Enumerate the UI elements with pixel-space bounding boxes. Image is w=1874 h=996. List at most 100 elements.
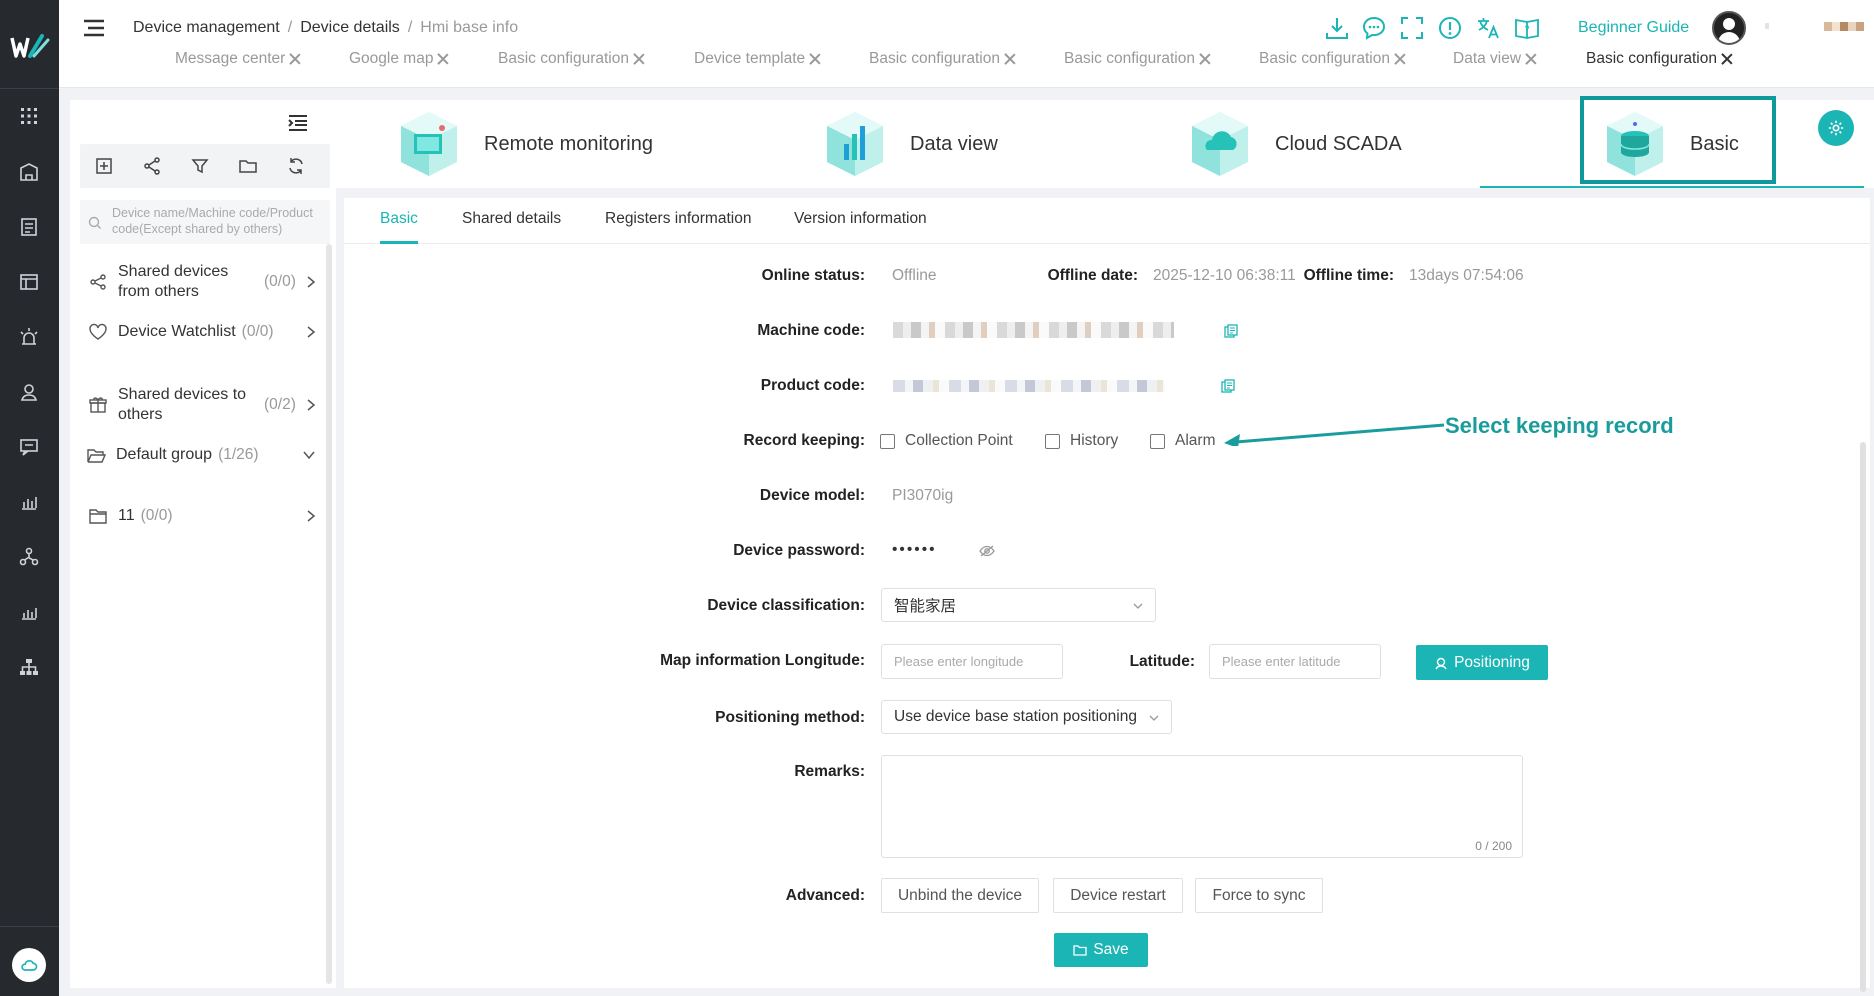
tree-toolbar [80, 144, 330, 188]
close-icon[interactable] [289, 53, 301, 65]
close-icon[interactable] [1394, 53, 1406, 65]
remarks-textarea[interactable]: 0 / 200 [881, 755, 1523, 858]
tree-item-default-group[interactable]: Default group (1/26) [86, 445, 316, 465]
subtab-basic[interactable]: Basic [380, 210, 418, 228]
tree-item-shared-from-others[interactable]: Shared devices from others (0/0) [88, 262, 318, 302]
document-list-icon[interactable] [17, 215, 41, 239]
positioning-button[interactable]: Positioning [1416, 645, 1548, 680]
filter-icon[interactable] [190, 156, 210, 176]
help-book-icon[interactable]: ? [1514, 15, 1540, 41]
refresh-icon[interactable] [286, 156, 306, 176]
device-restart-button[interactable]: Device restart [1053, 878, 1183, 913]
longitude-input[interactable]: Please enter longitude [881, 644, 1063, 679]
avatar[interactable] [1712, 11, 1746, 45]
unbind-device-button[interactable]: Unbind the device [881, 878, 1039, 913]
positioning-method-select[interactable]: Use device base station positioning [881, 700, 1172, 734]
network-icon[interactable] [17, 545, 41, 569]
eye-hidden-icon[interactable] [979, 544, 995, 558]
bar-chart-icon[interactable] [17, 490, 41, 514]
save-button[interactable]: Save [1054, 933, 1148, 967]
tab-basic-configuration-2[interactable]: Basic configuration [869, 50, 1016, 68]
active-card-underline [1480, 186, 1864, 188]
copy-icon[interactable] [1224, 324, 1238, 338]
add-icon[interactable] [94, 156, 114, 176]
breadcrumb-device-management[interactable]: Device management [133, 19, 280, 36]
offline-time-label: Offline time: [1303, 267, 1394, 284]
checkbox-history[interactable]: History [1045, 432, 1118, 450]
user-icon[interactable] [17, 380, 41, 404]
checkbox-alarm[interactable]: Alarm [1150, 432, 1215, 450]
tab-basic-configuration-1[interactable]: Basic configuration [498, 50, 645, 68]
chevron-down-icon[interactable] [302, 448, 316, 462]
subtab-shared-details[interactable]: Shared details [462, 210, 561, 228]
subtab-registers-information[interactable]: Registers information [605, 210, 751, 228]
tree-item-shared-to-others[interactable]: Shared devices to others (0/2) [88, 385, 318, 425]
alarm-light-icon[interactable] [17, 325, 41, 349]
menu-toggle-icon[interactable] [83, 18, 105, 38]
online-status-label: Online status: [761, 267, 865, 284]
message-icon[interactable] [17, 435, 41, 459]
tab-basic-configuration-active[interactable]: Basic configuration [1586, 50, 1733, 68]
tab-basic-configuration-4[interactable]: Basic configuration [1259, 50, 1406, 68]
card-cloud-scada[interactable]: Cloud SCADA [1187, 100, 1402, 188]
settings-button[interactable] [1818, 110, 1854, 146]
download-icon[interactable] [1324, 15, 1350, 41]
statistics-icon[interactable] [17, 600, 41, 624]
checkbox-box[interactable] [1045, 433, 1060, 449]
card-remote-monitoring[interactable]: Remote monitoring [396, 100, 653, 188]
cloud-cube-icon [1192, 112, 1248, 176]
collapse-menu-icon[interactable] [288, 114, 308, 132]
checkbox-box[interactable] [880, 433, 895, 449]
close-icon[interactable] [1525, 53, 1537, 65]
tree-item-group-11[interactable]: 11 (0/0) [88, 506, 318, 526]
card-basic[interactable]: Basic [1602, 100, 1739, 188]
device-classification-select[interactable]: 智能家居 [881, 588, 1156, 622]
tab-message-center[interactable]: Message center [175, 50, 301, 68]
content-scrollbar[interactable] [1860, 442, 1866, 992]
translate-icon[interactable] [1475, 15, 1501, 41]
close-icon[interactable] [437, 53, 449, 65]
chevron-right-icon[interactable] [304, 325, 318, 339]
fullscreen-icon[interactable] [1399, 15, 1425, 41]
subtab-version-information[interactable]: Version information [794, 210, 927, 228]
card-data-view[interactable]: Data view [822, 100, 998, 188]
close-icon[interactable] [633, 53, 645, 65]
chevron-right-icon[interactable] [304, 509, 318, 523]
tree-item-watchlist[interactable]: Device Watchlist (0/0) [88, 322, 318, 342]
tab-device-template[interactable]: Device template [694, 50, 821, 68]
checkbox-collection-point[interactable]: Collection Point [880, 432, 1013, 450]
app-logo[interactable] [8, 28, 52, 64]
cloud-button[interactable] [12, 948, 46, 982]
tab-data-view[interactable]: Data view [1453, 50, 1537, 68]
tree-scrollbar[interactable] [326, 244, 332, 984]
org-chart-icon[interactable] [17, 655, 41, 679]
chat-icon[interactable] [1361, 15, 1387, 41]
layout-icon[interactable] [17, 270, 41, 294]
device-search-input[interactable]: Device name/Machine code/Product code(Ex… [80, 200, 330, 244]
chevron-right-icon[interactable] [304, 275, 318, 289]
tree-item-count: (0/0) [140, 507, 173, 524]
tab-basic-configuration-3[interactable]: Basic configuration [1064, 50, 1211, 68]
tab-google-map[interactable]: Google map [349, 50, 449, 68]
close-icon[interactable] [1721, 53, 1733, 65]
checkbox-box[interactable] [1150, 433, 1165, 449]
close-icon[interactable] [1004, 53, 1016, 65]
building-icon[interactable] [17, 160, 41, 184]
share-icon[interactable] [142, 156, 162, 176]
username-blurred[interactable] [1824, 22, 1864, 31]
latitude-input[interactable]: Please enter latitude [1209, 644, 1381, 679]
tree-item-label: Shared devices from others [118, 263, 229, 300]
breadcrumb-device-details[interactable]: Device details [300, 19, 400, 36]
apps-grid-icon[interactable] [17, 104, 41, 128]
close-icon[interactable] [1199, 53, 1211, 65]
button-label: Save [1093, 941, 1129, 958]
close-icon[interactable] [809, 53, 821, 65]
input-placeholder: Please enter longitude [894, 654, 1024, 669]
alert-icon[interactable] [1437, 15, 1463, 41]
heart-icon [89, 323, 107, 340]
beginner-guide-link[interactable]: Beginner Guide [1578, 19, 1689, 37]
chevron-right-icon[interactable] [304, 398, 318, 412]
force-sync-button[interactable]: Force to sync [1195, 878, 1323, 913]
folder-icon[interactable] [238, 156, 258, 176]
copy-icon[interactable] [1221, 379, 1235, 393]
